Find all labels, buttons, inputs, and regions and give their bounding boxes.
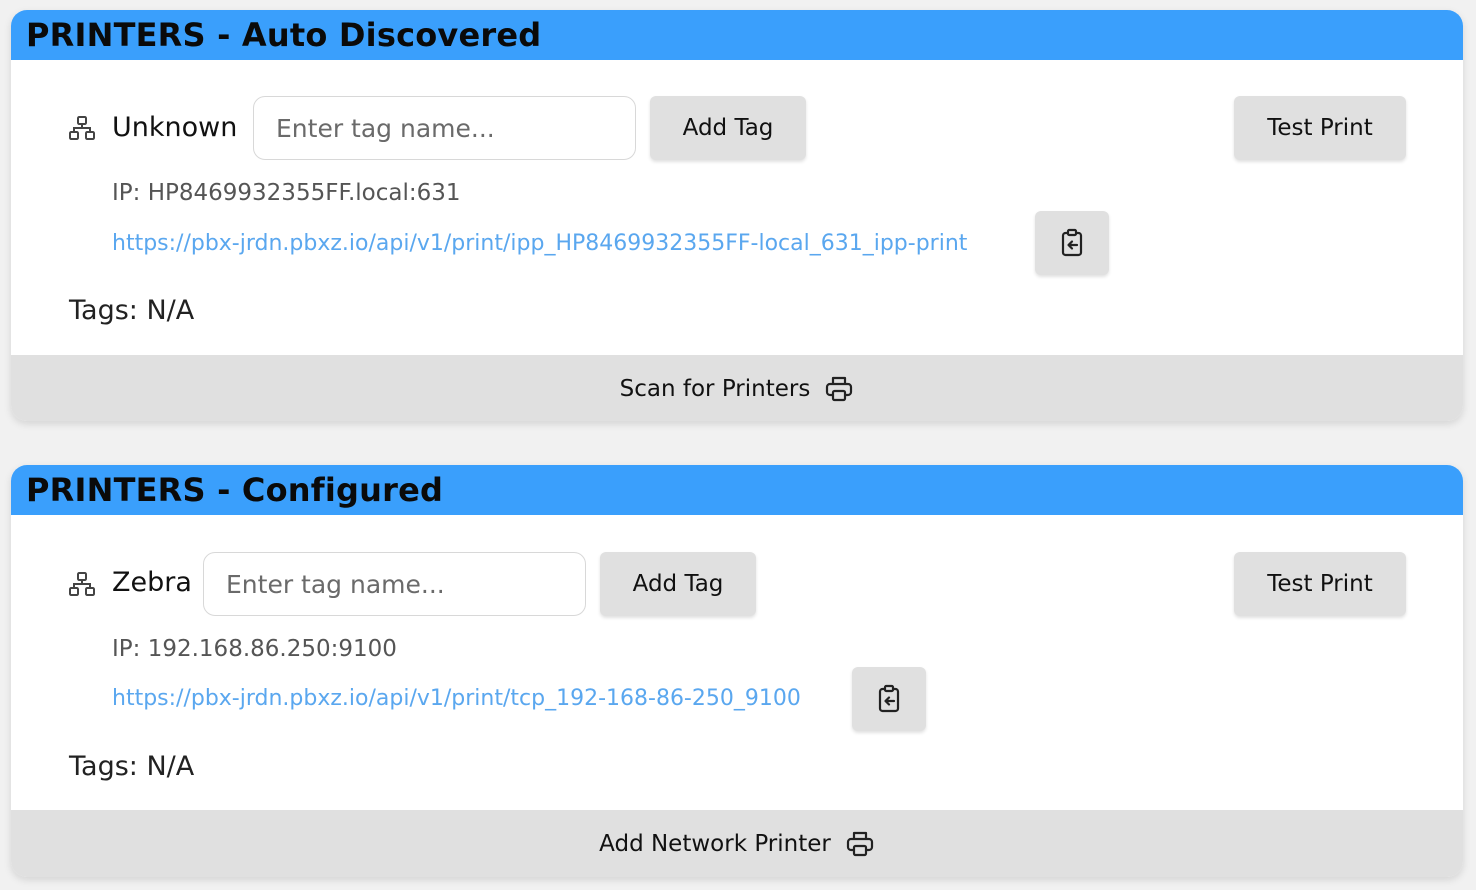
panel-header: PRINTERS - Configured [11,465,1463,515]
tags-line: Tags: N/A [69,750,194,784]
scan-for-printers-button[interactable]: Scan for Printers [11,355,1463,421]
footer-label: Scan for Printers [619,375,811,402]
printer-name: Zebra [112,567,192,598]
printer-icon [846,831,873,856]
footer-label: Add Network Printer [599,830,831,857]
tags-value: N/A [146,295,195,326]
clipboard-copy-icon [878,684,900,713]
printer-ip: IP: HP8469932355FF.local:631 [112,180,461,206]
add-network-printer-button[interactable]: Add Network Printer [11,810,1463,877]
printer-ip: IP: 192.168.86.250:9100 [112,636,397,662]
clipboard-copy-icon [1061,228,1083,257]
tags-line: Tags: N/A [69,294,194,328]
tags-label: Tags: [69,751,138,782]
tags-label: Tags: [69,295,138,326]
panel-title: PRINTERS - Configured [26,471,444,509]
test-print-label: Test Print [1267,571,1373,597]
configured-panel: PRINTERS - Configured Zebra Add Tag Test… [11,465,1463,877]
printer-icon [826,376,853,401]
add-tag-label: Add Tag [632,571,724,597]
tag-name-input[interactable] [203,552,586,616]
network-icon [69,116,95,140]
network-icon [69,572,95,596]
printer-name: Unknown [112,112,238,143]
copy-url-button[interactable] [1035,211,1109,275]
test-print-button[interactable]: Test Print [1234,552,1406,616]
auto-discovered-panel: PRINTERS - Auto Discovered Unknown Add T… [11,10,1463,421]
printer-url-link[interactable]: https://pbx-jrdn.pbxz.io/api/v1/print/ip… [112,229,967,259]
test-print-label: Test Print [1267,115,1373,141]
panel-title: PRINTERS - Auto Discovered [26,16,542,54]
printer-url-link[interactable]: https://pbx-jrdn.pbxz.io/api/v1/print/tc… [112,684,801,714]
test-print-button[interactable]: Test Print [1234,96,1406,160]
copy-url-button[interactable] [852,667,926,731]
add-tag-button[interactable]: Add Tag [600,552,756,616]
add-tag-button[interactable]: Add Tag [650,96,806,160]
panel-header: PRINTERS - Auto Discovered [11,10,1463,60]
add-tag-label: Add Tag [682,115,774,141]
tag-name-input[interactable] [253,96,636,160]
tags-value: N/A [146,751,195,782]
